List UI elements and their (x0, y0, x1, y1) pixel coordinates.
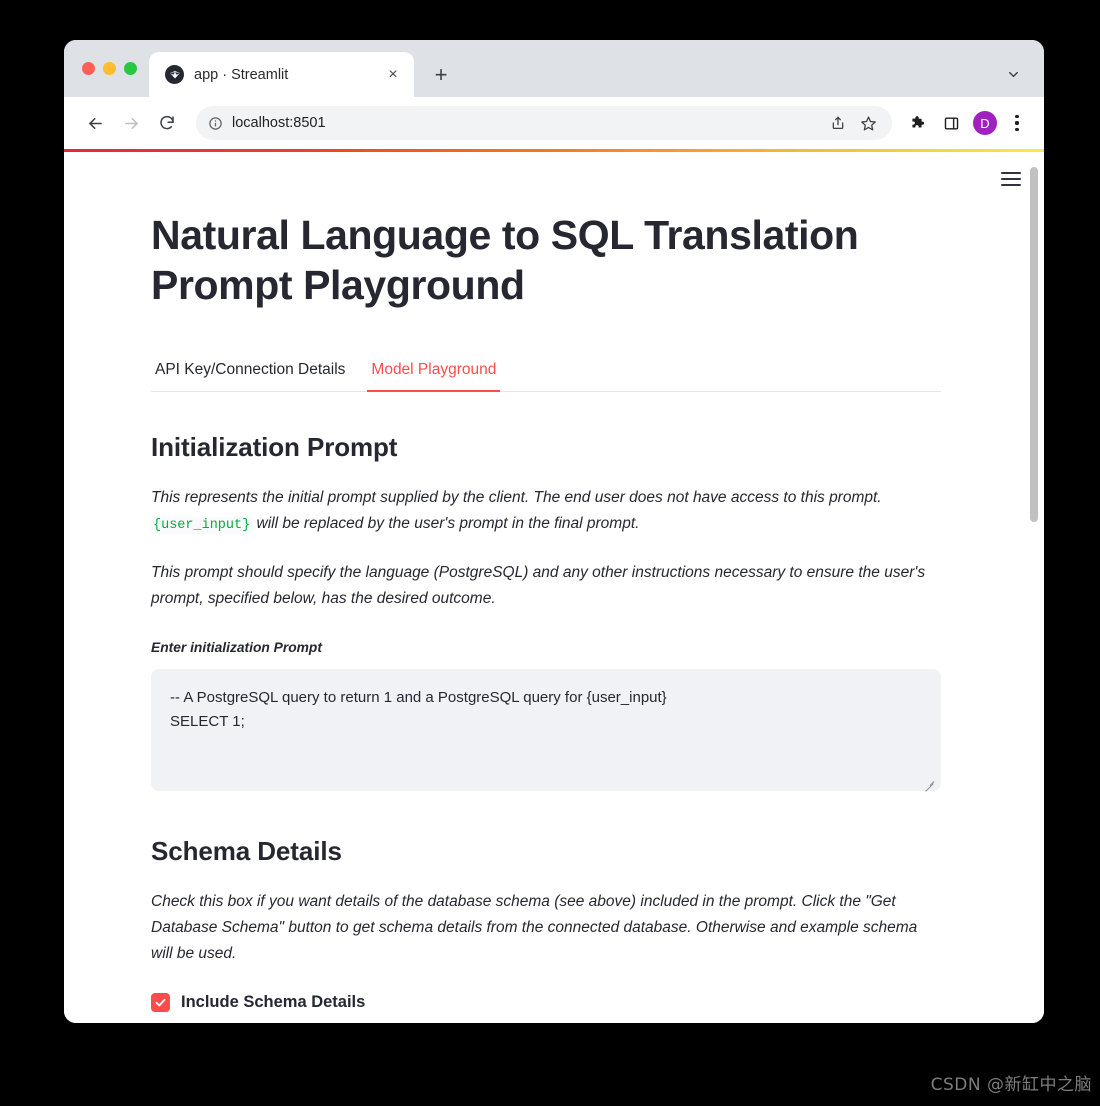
address-bar-url[interactable]: localhost:8501 (232, 115, 815, 131)
content-container: Natural Language to SQL Translation Prom… (151, 210, 941, 1023)
window-minimize-button[interactable] (103, 62, 116, 75)
tab-api-key-connection-details[interactable]: API Key/Connection Details (151, 355, 349, 391)
streamlit-app-content: Natural Language to SQL Translation Prom… (64, 152, 1044, 1023)
initialization-description-1: This represents the initial prompt suppl… (151, 485, 941, 538)
window-close-button[interactable] (82, 62, 95, 75)
include-schema-details-checkbox[interactable]: Include Schema Details (151, 993, 941, 1012)
info-circle-icon[interactable] (208, 116, 223, 131)
schema-details-heading: Schema Details (151, 836, 941, 867)
page-viewport: Natural Language to SQL Translation Prom… (64, 152, 1044, 1023)
browser-tab-title: app · Streamlit (194, 67, 372, 83)
app-tab-bar: API Key/Connection Details Model Playgro… (151, 355, 941, 392)
three-dot-menu-icon[interactable] (1004, 108, 1030, 138)
browser-tab[interactable]: app · Streamlit × (149, 52, 414, 97)
forward-arrow-icon[interactable] (114, 106, 148, 140)
tab-close-icon[interactable]: × (382, 64, 404, 86)
watermark: CSDN @新缸中之脑 (931, 1070, 1092, 1095)
initialization-description-1-text: This represents the initial prompt suppl… (151, 489, 882, 506)
side-panel-icon[interactable] (936, 108, 966, 138)
address-bar[interactable]: localhost:8501 (196, 106, 892, 140)
hamburger-menu-icon[interactable] (996, 164, 1026, 194)
puzzle-piece-icon[interactable] (902, 108, 932, 138)
checkbox-checked-icon[interactable] (151, 993, 170, 1012)
share-icon[interactable] (824, 109, 852, 137)
page-scrollbar-track[interactable] (1029, 152, 1042, 1023)
streamlit-logo-icon (165, 65, 184, 84)
initialization-prompt-heading: Initialization Prompt (151, 432, 941, 463)
initialization-prompt-field-wrapper (151, 655, 941, 796)
reload-icon[interactable] (150, 106, 184, 140)
profile-avatar[interactable]: D (973, 111, 997, 135)
back-arrow-icon[interactable] (78, 106, 112, 140)
initialization-description-2: This prompt should specify the language … (151, 560, 941, 612)
include-schema-details-label: Include Schema Details (181, 993, 365, 1012)
schema-description-1: Check this box if you want details of th… (151, 889, 941, 967)
window-maximize-button[interactable] (124, 62, 137, 75)
browser-window: app · Streamlit × + (64, 40, 1044, 1023)
new-tab-button[interactable]: + (424, 58, 458, 92)
user-input-placeholder-code: {user_input} (151, 517, 252, 534)
chevron-down-icon[interactable] (996, 57, 1030, 91)
star-icon[interactable] (854, 109, 882, 137)
initialization-prompt-input[interactable] (151, 669, 941, 791)
window-traffic-lights (64, 40, 149, 97)
initialization-prompt-field-label: Enter initialization Prompt (151, 640, 941, 655)
initialization-description-1-text-2: will be replaced by the user's prompt in… (257, 515, 640, 532)
browser-tab-strip: app · Streamlit × + (64, 40, 1044, 97)
page-scrollbar-thumb[interactable] (1030, 167, 1038, 522)
browser-toolbar: localhost:8501 (64, 97, 1044, 149)
page-title: Natural Language to SQL Translation Prom… (151, 210, 941, 310)
tab-model-playground[interactable]: Model Playground (367, 355, 500, 391)
address-bar-actions (824, 109, 882, 137)
toolbar-right-actions: D (902, 108, 1030, 138)
